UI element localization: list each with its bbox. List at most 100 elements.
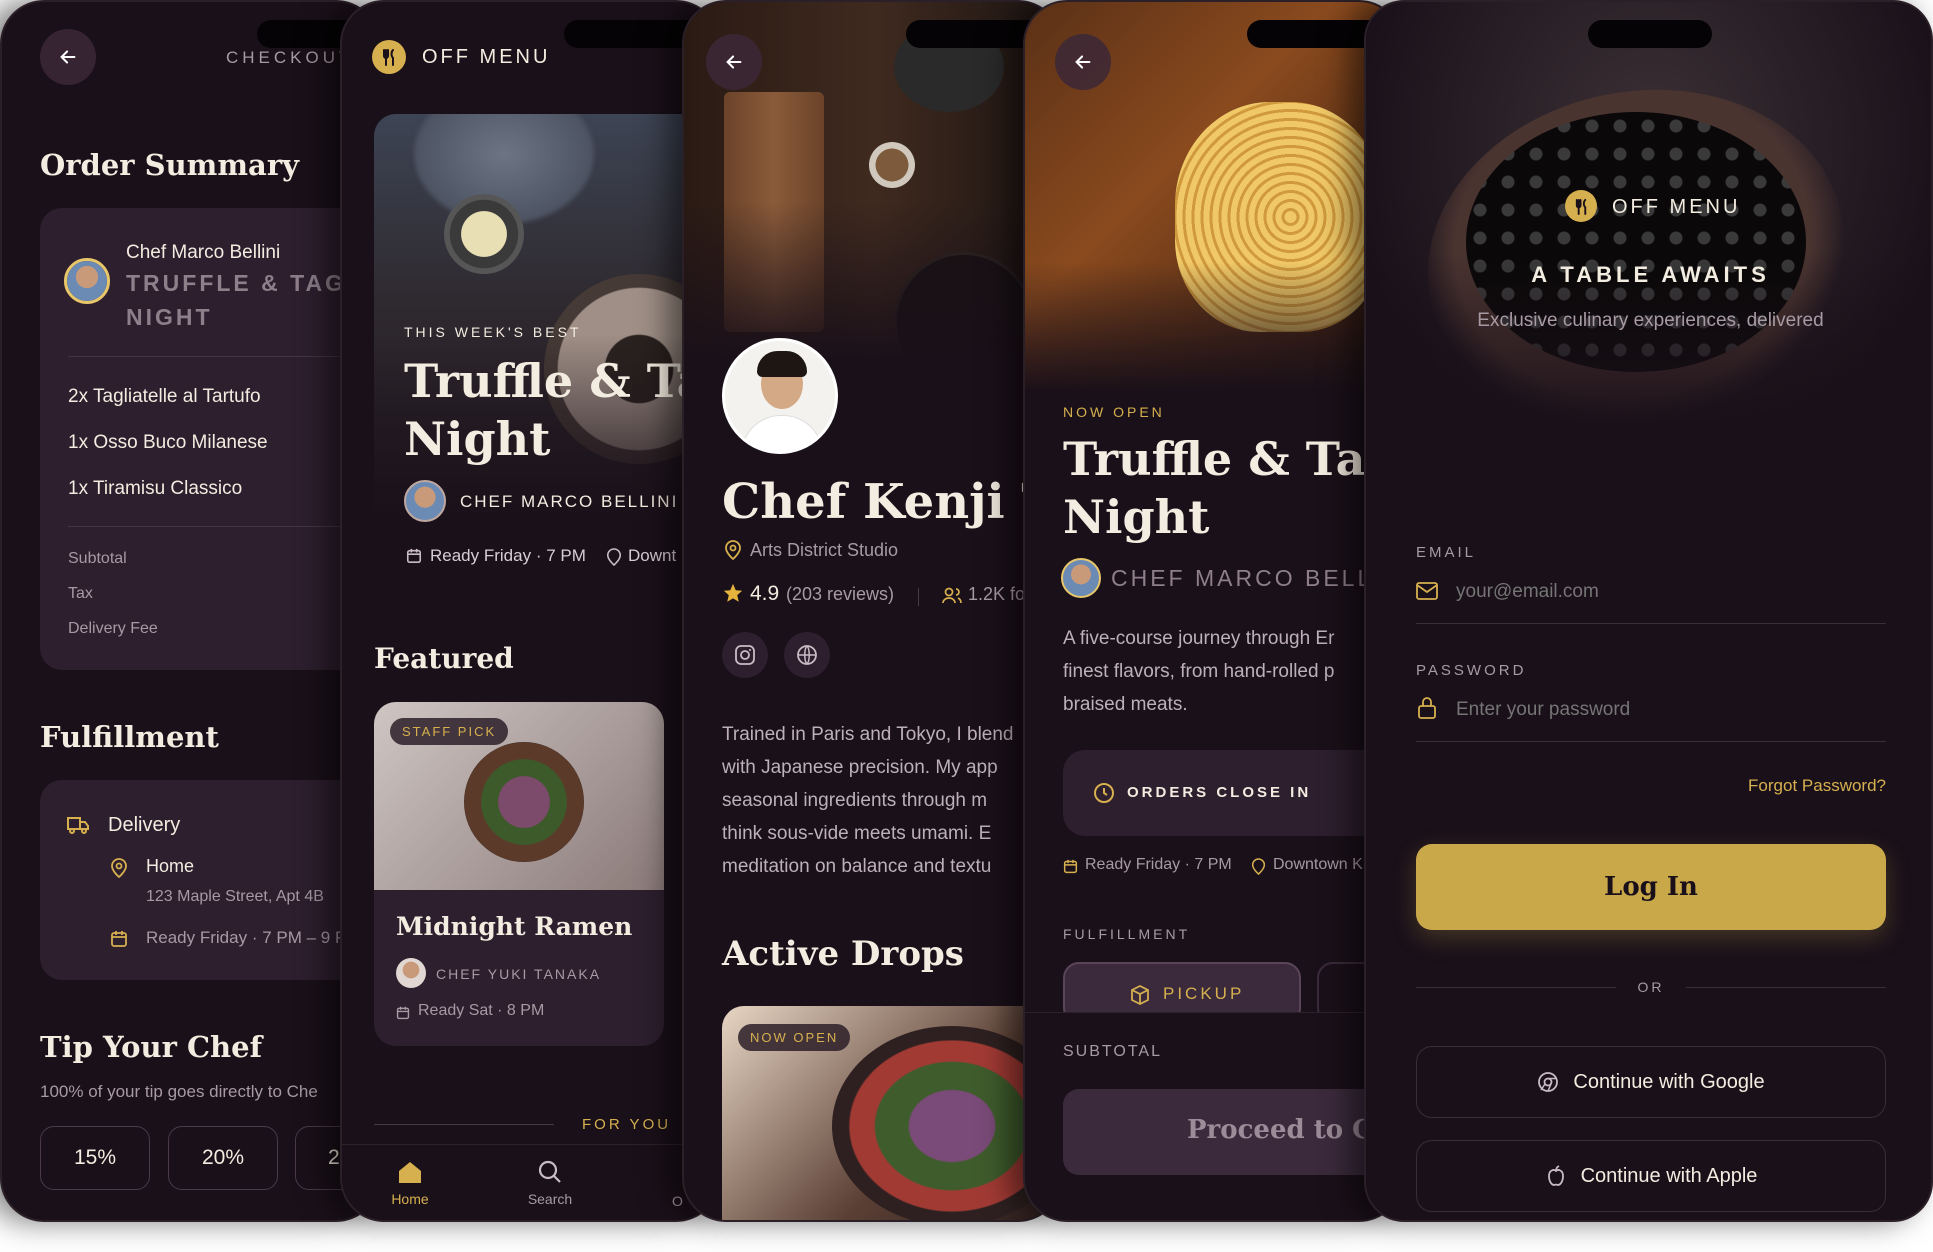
fulfillment-heading: Fulfillment [40, 720, 219, 754]
nav-other-label[interactable]: O [672, 1193, 683, 1209]
order-item: 2x Tagliatelle al Tartufo [68, 386, 261, 407]
drop-card[interactable]: NOW OPEN [722, 1006, 1060, 1220]
subtotal-label: Subtotal [68, 550, 127, 567]
bio-line: think sous-vide meets umami. E [722, 823, 992, 844]
arrow-left-icon [60, 50, 76, 64]
event-name-line2: NIGHT [126, 304, 213, 330]
calendar-icon [406, 548, 422, 564]
fulfillment-label: FULFILLMENT [1063, 926, 1191, 942]
ramen-bowl-image [464, 742, 584, 862]
event-ready: Ready Friday · 7 PM [1085, 856, 1232, 873]
email-input[interactable] [1456, 576, 1876, 608]
apple-button[interactable]: Continue with Apple [1416, 1140, 1886, 1212]
nav-home[interactable]: Home [380, 1159, 440, 1207]
for-you-label: FOR YOU [582, 1116, 672, 1133]
event-chef[interactable]: CHEF MARCO BELLII [1111, 565, 1392, 592]
or-separator: OR [1637, 979, 1665, 995]
back-button[interactable] [40, 29, 96, 85]
forgot-password-link[interactable]: Forgot Password? [1730, 776, 1886, 796]
chef-name: Chef Marco Bellini [126, 242, 281, 263]
orders-close-label: ORDERS CLOSE IN [1127, 784, 1312, 801]
order-summary-heading: Order Summary [40, 148, 299, 182]
password-input[interactable] [1456, 694, 1876, 726]
instagram-icon [735, 645, 755, 665]
mail-icon [1416, 582, 1438, 600]
checkout-bar: SUBTOTAL Proceed to Che [1025, 1012, 1401, 1220]
globe-icon [797, 645, 817, 665]
website-button[interactable] [784, 632, 830, 678]
caviar-hero-image [1366, 2, 1931, 472]
chef-avatar [1061, 558, 1101, 598]
subtotal-label: SUBTOTAL [1063, 1043, 1162, 1060]
phone-notch [1588, 20, 1712, 48]
now-open-badge: NOW OPEN [738, 1024, 851, 1051]
login-button[interactable]: Log In [1416, 844, 1886, 930]
orders-close-card: ORDERS CLOSE IN [1063, 750, 1401, 836]
utensils-icon [1575, 198, 1586, 215]
google-button[interactable]: Continue with Google [1416, 1046, 1886, 1118]
bottom-nav: Home Search O [342, 1144, 718, 1220]
lock-icon [1418, 697, 1436, 719]
coat-shape [741, 415, 823, 451]
fulfillment-card[interactable]: Delivery Home 123 Maple Street, Apt 4B R… [40, 780, 378, 980]
tip-heading: Tip Your Chef [40, 1030, 263, 1064]
card-title: Midnight Ramen [396, 912, 633, 941]
tip-option[interactable]: 15% [40, 1126, 150, 1190]
apple-button-label: Continue with Apple [1580, 1164, 1758, 1187]
hero-ready: Ready Friday · 7 PM [430, 546, 586, 565]
event-name: TRUFFLE & TAG [126, 270, 346, 296]
bio-line: meditation on balance and textu [722, 856, 992, 877]
description-line: finest flavors, from hand-rolled p [1063, 661, 1335, 682]
card-ready: Ready Sat · 8 PM [418, 1002, 545, 1019]
event-title: Truffle & Tagl [1063, 432, 1403, 486]
email-label: EMAIL [1416, 544, 1477, 561]
brand-name: OFF MENU [1612, 196, 1741, 218]
nav-search[interactable]: Search [520, 1159, 580, 1207]
chef-avatar [722, 338, 838, 454]
banner-overlay [684, 202, 1060, 362]
chef-avatar [64, 258, 110, 304]
apple-icon [1547, 1165, 1564, 1186]
nav-home-label: Home [391, 1191, 429, 1207]
tip-option[interactable]: 20% [168, 1126, 278, 1190]
password-field[interactable] [1416, 690, 1886, 742]
calendar-icon [1063, 859, 1078, 874]
order-summary-card: Chef Marco Bellini TRUFFLE & TAG NIGHT 2… [40, 208, 378, 670]
arrow-left-icon [1075, 55, 1091, 69]
hero-title: Truffle & Tag [404, 354, 720, 408]
divider [918, 588, 919, 606]
package-icon [1131, 984, 1149, 1006]
home-screen: OFF MENU THIS WEEK'S BEST Truffle & Tag … [340, 0, 720, 1222]
location-pin-icon [725, 540, 741, 560]
location-pin-icon [606, 548, 622, 566]
back-button[interactable] [1055, 34, 1111, 90]
reviews-count[interactable]: (203 reviews) [786, 584, 894, 605]
divider [1686, 987, 1886, 988]
featured-card[interactable]: STAFF PICK Midnight Ramen CHEF YUKI TANA… [374, 702, 664, 1046]
brand-name: OFF MENU [422, 46, 551, 68]
ready-time: Ready Friday · 7 PM – 9 PI [146, 928, 352, 947]
home-icon [399, 1162, 421, 1183]
truck-icon [67, 817, 89, 834]
back-button[interactable] [706, 34, 762, 90]
instagram-button[interactable] [722, 632, 768, 678]
screen-title: CHECKOUT [226, 48, 354, 67]
location-pin-icon [1251, 858, 1266, 875]
hero-eyebrow: THIS WEEK'S BEST [404, 324, 582, 340]
chef-location: Arts District Studio [750, 540, 899, 560]
event-description: A five-course journey through Er finest … [1063, 622, 1334, 721]
tagline: A TABLE AWAITS [1531, 262, 1770, 287]
tip-subtitle: 100% of your tip goes directly to Che [40, 1082, 318, 1101]
password-label: PASSWORD [1416, 662, 1527, 679]
calendar-icon [111, 931, 127, 947]
hero-card[interactable]: THIS WEEK'S BEST Truffle & Tag Night CHE… [374, 114, 720, 574]
order-item: 1x Osso Buco Milanese [68, 432, 268, 453]
address-name: Home [146, 856, 195, 876]
checkout-screen: CHECKOUT Order Summary Chef Marco Bellin… [0, 0, 380, 1222]
clock-icon [1094, 783, 1114, 803]
brand-logo [1565, 190, 1597, 222]
description-line: braised meats. [1063, 694, 1188, 715]
location-pin-icon [111, 858, 127, 878]
email-field[interactable] [1416, 572, 1886, 624]
proceed-button[interactable]: Proceed to Che [1063, 1089, 1401, 1175]
